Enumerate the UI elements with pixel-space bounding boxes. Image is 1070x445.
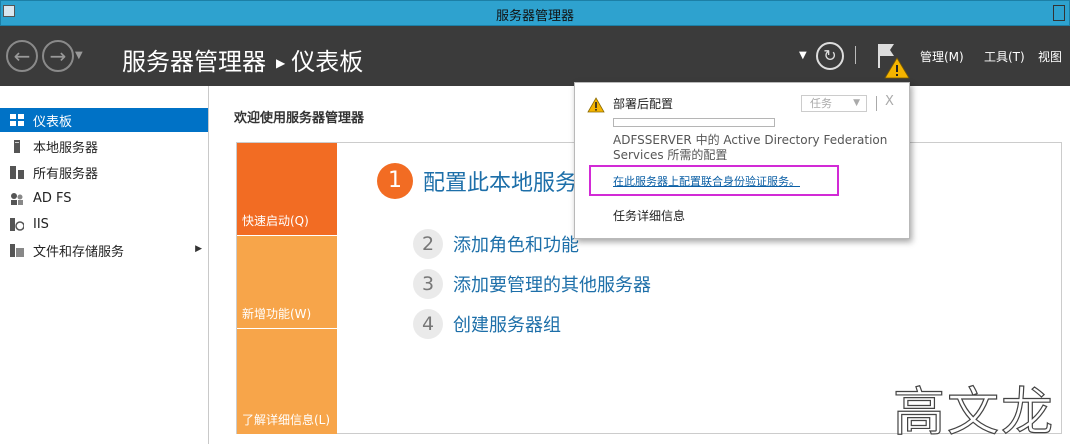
task-label: 创建服务器组: [453, 315, 561, 336]
task-label: 添加角色和功能: [453, 235, 579, 256]
iis-icon: [10, 217, 24, 231]
notification-title: 部署后配置: [613, 97, 674, 111]
breadcrumb-root[interactable]: 服务器管理器: [122, 48, 266, 76]
tile-quick-start[interactable]: 快速启动(Q): [237, 143, 337, 235]
task-add-servers[interactable]: 3 添加要管理的其他服务器: [413, 269, 651, 299]
nav-history-dropdown-icon[interactable]: ▼: [75, 50, 83, 61]
sidebar-item-label: 仪表板: [33, 114, 73, 130]
warning-icon: [587, 97, 605, 113]
window-title: 服务器管理器: [495, 9, 574, 24]
tile-label: 了解详细信息(L): [242, 413, 331, 427]
server-icon: [10, 139, 24, 153]
back-button[interactable]: ←: [6, 40, 38, 72]
sidebar-item-file-storage[interactable]: 文件和存储服务 ▶: [0, 238, 208, 262]
watermark: 高文龙: [892, 382, 1056, 443]
tasks-dropdown-label: 任务: [810, 97, 832, 110]
menu-view[interactable]: 视图: [1038, 48, 1062, 65]
progress-bar: [613, 118, 775, 127]
forward-button[interactable]: →: [42, 40, 74, 72]
welcome-heading: 欢迎使用服务器管理器: [234, 111, 365, 126]
notification-flag-icon[interactable]: [876, 40, 910, 80]
task-label: 配置此本地服务器: [423, 171, 600, 196]
breadcrumb-separator-icon: ▶: [276, 56, 286, 70]
servers-icon: [10, 165, 24, 179]
sidebar-item-dashboard[interactable]: 仪表板: [0, 108, 208, 132]
header-bar: ← → ▼ 服务器管理器 ▶ 仪表板 ▼ ↻ 管理(M) 工具(T) 视图: [0, 26, 1070, 86]
menu-tools[interactable]: 工具(T): [984, 48, 1025, 65]
adfs-icon: [10, 192, 24, 205]
sidebar-item-local-server[interactable]: 本地服务器: [0, 134, 208, 158]
sidebar-item-label: AD FS: [33, 190, 72, 206]
sidebar: 仪表板 本地服务器 所有服务器 AD FS IIS 文件和存储服务 ▶: [0, 86, 209, 444]
sidebar-item-adfs[interactable]: AD FS: [0, 186, 208, 210]
task-add-roles[interactable]: 2 添加角色和功能: [413, 229, 579, 259]
configure-federation-link[interactable]: 在此服务器上配置联合身份验证服务。: [613, 173, 800, 189]
notification-popup: 部署后配置 任务 ▼ X ADFSSERVER 中的 Active Direct…: [574, 82, 910, 239]
tile-learn-more[interactable]: 了解详细信息(L): [237, 329, 337, 434]
dashboard-icon: [10, 114, 24, 127]
task-details-link[interactable]: 任务详细信息: [613, 207, 685, 224]
chevron-down-icon: ▼: [853, 98, 860, 108]
sidebar-item-label: IIS: [33, 216, 49, 232]
refresh-button[interactable]: ↻: [816, 42, 844, 70]
task-configure-local-server[interactable]: 1 配置此本地服务器: [377, 163, 599, 199]
expand-arrow-icon[interactable]: ▶: [195, 244, 202, 254]
menu-manage[interactable]: 管理(M): [920, 48, 964, 65]
task-create-group[interactable]: 4 创建服务器组: [413, 309, 561, 339]
sidebar-item-label: 文件和存储服务: [33, 244, 125, 260]
close-button[interactable]: X: [885, 94, 894, 109]
tasks-dropdown[interactable]: 任务 ▼: [801, 95, 867, 112]
header-divider: [855, 46, 856, 64]
sidebar-item-all-servers[interactable]: 所有服务器: [0, 160, 208, 184]
tile-label: 快速启动(Q): [242, 214, 309, 228]
task-number: 4: [413, 309, 443, 339]
sidebar-item-label: 所有服务器: [33, 166, 99, 182]
tile-label: 新增功能(W): [242, 307, 312, 321]
task-number: 3: [413, 269, 443, 299]
breadcrumb: 服务器管理器 ▶ 仪表板: [122, 42, 363, 77]
header-dropdown-icon[interactable]: ▼: [799, 50, 807, 61]
tile-whats-new[interactable]: 新增功能(W): [237, 236, 337, 328]
task-label: 添加要管理的其他服务器: [453, 275, 651, 296]
breadcrumb-current: 仪表板: [291, 48, 364, 76]
task-number: 1: [377, 163, 413, 199]
window-titlebar: 服务器管理器: [0, 0, 1070, 26]
notification-description: ADFSSERVER 中的 Active Directory Federatio…: [613, 133, 888, 162]
sidebar-item-label: 本地服务器: [33, 140, 99, 156]
sidebar-item-iis[interactable]: IIS: [0, 212, 208, 236]
storage-icon: [10, 243, 24, 257]
task-number: 2: [413, 229, 443, 259]
window-control-icon[interactable]: [1053, 5, 1065, 21]
popup-divider: [876, 96, 877, 111]
